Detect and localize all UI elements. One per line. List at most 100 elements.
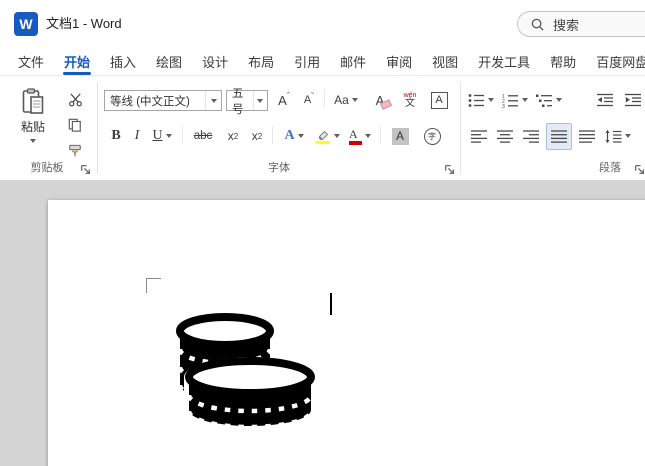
highlight-color-button[interactable] — [312, 125, 342, 147]
chevron-down-icon — [165, 134, 172, 138]
ribbon: 粘贴 剪贴板 等线 (中文正文) 五号 A ˆ A ˇ Aa A wén 文 A… — [0, 76, 645, 181]
tab-insert[interactable]: 插入 — [100, 48, 146, 75]
numbering-icon: 1 2 3 — [502, 93, 518, 108]
align-center-button[interactable] — [494, 125, 516, 147]
mini-divider — [272, 126, 273, 144]
search-label: 搜索 — [553, 17, 580, 33]
chevron-down-icon — [488, 98, 494, 102]
clipboard-dialog-launcher-icon[interactable] — [80, 164, 91, 175]
phonetic-guide-button[interactable]: wén 文 — [398, 89, 422, 111]
font-color-swatch — [349, 140, 362, 145]
increase-indent-button[interactable] — [622, 89, 644, 111]
font-color-button[interactable]: A — [346, 125, 374, 147]
multilevel-list-button[interactable] — [534, 89, 564, 111]
document-canvas — [0, 181, 645, 466]
text-cursor — [330, 293, 332, 315]
character-border-button[interactable]: A — [428, 89, 450, 111]
strikethrough-button[interactable]: abc — [188, 125, 218, 147]
group-divider — [97, 82, 98, 174]
chevron-down-icon — [351, 98, 358, 102]
tab-design[interactable]: 设计 — [192, 48, 238, 75]
app-title: 文档1 - Word — [46, 16, 122, 31]
font-size-dropdown-arrow[interactable] — [252, 91, 267, 110]
subscript-button[interactable]: x2 — [222, 125, 244, 147]
font-name-dropdown-arrow[interactable] — [205, 91, 221, 110]
copy-icon — [68, 118, 81, 132]
font-size-value: 五号 — [232, 87, 244, 116]
chevron-down-icon — [257, 98, 264, 103]
tab-references[interactable]: 引用 — [284, 48, 330, 75]
title-bar: W 文档1 - Word 搜索 — [0, 0, 645, 48]
distribute-text-button[interactable] — [576, 125, 598, 147]
svg-text:3: 3 — [502, 103, 505, 107]
chevron-down-icon — [625, 134, 631, 138]
grow-font-button[interactable]: Aˆ — [272, 89, 296, 111]
font-dialog-launcher-icon[interactable] — [444, 164, 455, 175]
search-box[interactable]: 搜索 — [517, 11, 645, 37]
superscript-button[interactable]: x2 — [246, 125, 268, 147]
chevron-down-icon — [556, 98, 562, 102]
word-window: W 文档1 - Word 搜索 文件 开始 插入 绘图 设计 布局 引用 邮件 … — [0, 0, 645, 466]
tab-developer[interactable]: 开发工具 — [468, 48, 540, 75]
tab-draw[interactable]: 绘图 — [146, 48, 192, 75]
paste-button[interactable]: 粘贴 — [10, 82, 56, 170]
distributed-icon — [579, 129, 595, 143]
tab-file[interactable]: 文件 — [8, 48, 54, 75]
line-spacing-icon — [605, 129, 622, 143]
align-right-button[interactable] — [520, 125, 542, 147]
font-size-select[interactable]: 五号 — [226, 88, 268, 116]
shrink-font-button[interactable]: Aˇ — [298, 89, 320, 111]
underline-button[interactable]: U — [148, 125, 176, 147]
paste-label: 粘贴 — [20, 120, 45, 134]
multilevel-list-icon — [536, 94, 552, 107]
align-left-button[interactable] — [468, 125, 490, 147]
clear-formatting-button[interactable]: A — [368, 89, 393, 111]
search-icon — [531, 18, 544, 31]
tab-help[interactable]: 帮助 — [540, 48, 586, 75]
mini-divider — [182, 126, 183, 144]
coin-stacks-image[interactable] — [170, 311, 320, 431]
line-spacing-button[interactable] — [602, 125, 634, 147]
increase-indent-icon — [624, 93, 641, 106]
font-group-label: 字体 — [268, 162, 290, 174]
bullets-button[interactable] — [466, 89, 496, 111]
word-logo-icon: W — [14, 12, 38, 36]
change-case-button[interactable]: Aa — [330, 89, 362, 111]
font-name-select[interactable]: 等线 (中文正文) — [104, 90, 222, 111]
chevron-down-icon — [333, 134, 340, 138]
tab-review[interactable]: 审阅 — [376, 48, 422, 75]
paragraph-dialog-launcher-icon[interactable] — [634, 164, 645, 175]
group-divider — [460, 82, 461, 174]
format-painter-icon — [69, 144, 81, 157]
cut-icon — [68, 92, 82, 106]
active-tab-underline — [63, 72, 92, 75]
paste-icon — [22, 88, 44, 114]
text-boundary-mark — [146, 278, 161, 293]
enclose-characters-button[interactable]: 字 — [420, 125, 444, 147]
document-page[interactable] — [48, 200, 645, 466]
tab-view[interactable]: 视图 — [422, 48, 468, 75]
tab-baidu-netdisk[interactable]: 百度网盘 — [586, 48, 645, 75]
tab-mailings[interactable]: 邮件 — [330, 48, 376, 75]
highlighter-icon — [315, 130, 330, 144]
mini-divider — [324, 89, 325, 107]
align-left-icon — [471, 129, 487, 143]
text-effects-button[interactable]: A — [280, 125, 308, 147]
mini-divider — [380, 126, 381, 144]
chevron-down-icon — [210, 98, 217, 103]
copy-button[interactable] — [62, 114, 88, 136]
justify-button[interactable] — [546, 123, 572, 150]
bold-button[interactable]: B — [106, 125, 126, 147]
paragraph-group-label: 段落 — [599, 162, 621, 174]
chevron-down-icon — [365, 134, 371, 138]
decrease-indent-icon — [596, 93, 613, 106]
chevron-down-icon — [522, 98, 528, 102]
numbering-button[interactable]: 1 2 3 — [500, 89, 530, 111]
tab-layout[interactable]: 布局 — [238, 48, 284, 75]
tab-home[interactable]: 开始 — [54, 48, 100, 75]
character-shading-button[interactable]: A — [388, 125, 412, 147]
decrease-indent-button[interactable] — [594, 89, 616, 111]
font-name-value: 等线 (中文正文) — [110, 95, 190, 108]
italic-button[interactable]: I — [128, 125, 146, 147]
cut-button[interactable] — [62, 88, 88, 110]
